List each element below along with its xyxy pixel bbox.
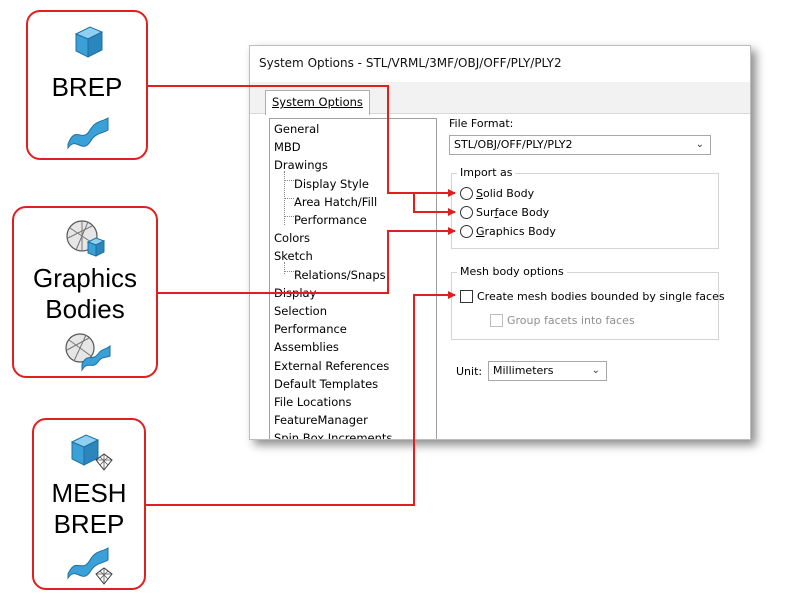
tree-item[interactable]: Sketch [274, 248, 313, 264]
unit-value: Millimeters [493, 364, 554, 377]
options-tree[interactable]: General MBD Drawings Display Style Area Hatc… [269, 118, 437, 439]
graphics-label-line2: Bodies [45, 294, 125, 324]
tree-item[interactable]: Assemblies [274, 339, 339, 355]
dialog-title: System Options - STL/VRML/3MF/OBJ/OFF/PL… [259, 56, 562, 70]
tree-item[interactable]: File Locations [274, 394, 352, 410]
tree-item[interactable]: FeatureManager [274, 412, 368, 428]
mesh-label-line2: BREP [53, 509, 125, 539]
group-facets-label: Group facets into faces [507, 314, 635, 327]
file-format-label: File Format: [449, 117, 514, 130]
solid-cube-icon [74, 26, 104, 58]
tree-item[interactable]: Area Hatch/Fill [294, 194, 377, 210]
radio-icon [460, 187, 473, 200]
tree-item[interactable]: Spin Box Increments [274, 430, 392, 439]
tree-item[interactable]: Relations/Snaps [294, 267, 386, 283]
radio-icon [460, 225, 473, 238]
tree-item[interactable]: Drawings [274, 157, 328, 173]
radio-icon [460, 206, 473, 219]
file-format-value: STL/OBJ/OFF/PLY/PLY2 [454, 138, 573, 151]
graphics-sphere-surface-icon [65, 333, 111, 372]
tree-item[interactable]: Performance [294, 212, 367, 228]
brep-label: BREP [51, 72, 123, 102]
mesh-surface-icon [67, 547, 113, 585]
tree-item[interactable]: MBD [274, 139, 301, 155]
surface-icon [67, 117, 109, 150]
tree-item[interactable]: Default Templates [274, 376, 378, 392]
checkbox-icon [460, 290, 473, 303]
tree-item[interactable]: General [274, 121, 319, 137]
checkbox-group-facets[interactable]: Group facets into faces [490, 314, 635, 328]
radio-surface-body[interactable]: Surface Body [460, 206, 549, 220]
tree-item[interactable]: Performance [274, 321, 347, 337]
tab-system-options[interactable]: System Options [265, 90, 370, 115]
checkbox-create-mesh-bounded[interactable]: Create mesh bodies bounded by single fac… [460, 290, 725, 304]
tab-strip: System Options [250, 82, 750, 115]
checkbox-icon [490, 314, 503, 327]
unit-label: Unit: [456, 365, 483, 378]
graphics-bodies-callout: Graphics Bodies [12, 206, 158, 378]
radio-graphics-body[interactable]: Graphics Body [460, 225, 556, 239]
mesh-label-line1: MESH [51, 478, 127, 508]
graphics-sphere-cube-icon [66, 220, 106, 257]
chevron-down-icon: ⌄ [591, 365, 600, 376]
tree-item[interactable]: Colors [274, 230, 310, 246]
tree-item[interactable]: Display [274, 285, 316, 301]
tree-item[interactable]: Display Style [294, 176, 369, 192]
create-mesh-label: Create mesh bodies bounded by single fac… [477, 290, 725, 303]
system-options-dialog: System Options - STL/VRML/3MF/OBJ/OFF/PL… [249, 45, 751, 440]
brep-callout: BREP [26, 10, 148, 160]
tree-item[interactable]: Selection [274, 303, 327, 319]
radio-solid-body[interactable]: Solid Body [460, 187, 534, 201]
graphics-label-line1: Graphics [32, 263, 138, 293]
tree-item[interactable]: External References [274, 358, 389, 374]
mesh-options-group: Mesh body options Create mesh bodies bou… [451, 265, 725, 340]
mesh-options-title: Mesh body options [457, 265, 567, 278]
import-as-group: Import as Solid Body Surface Body Graphi… [451, 166, 719, 249]
chevron-down-icon: ⌄ [695, 139, 704, 150]
mesh-cube-icon [70, 434, 113, 471]
import-as-title: Import as [457, 166, 516, 179]
file-format-select[interactable]: STL/OBJ/OFF/PLY/PLY2 ⌄ [449, 135, 711, 155]
tab-label: System Options [272, 95, 363, 109]
unit-select[interactable]: Millimeters ⌄ [488, 361, 607, 381]
mesh-brep-callout: MESH BREP [32, 418, 146, 590]
